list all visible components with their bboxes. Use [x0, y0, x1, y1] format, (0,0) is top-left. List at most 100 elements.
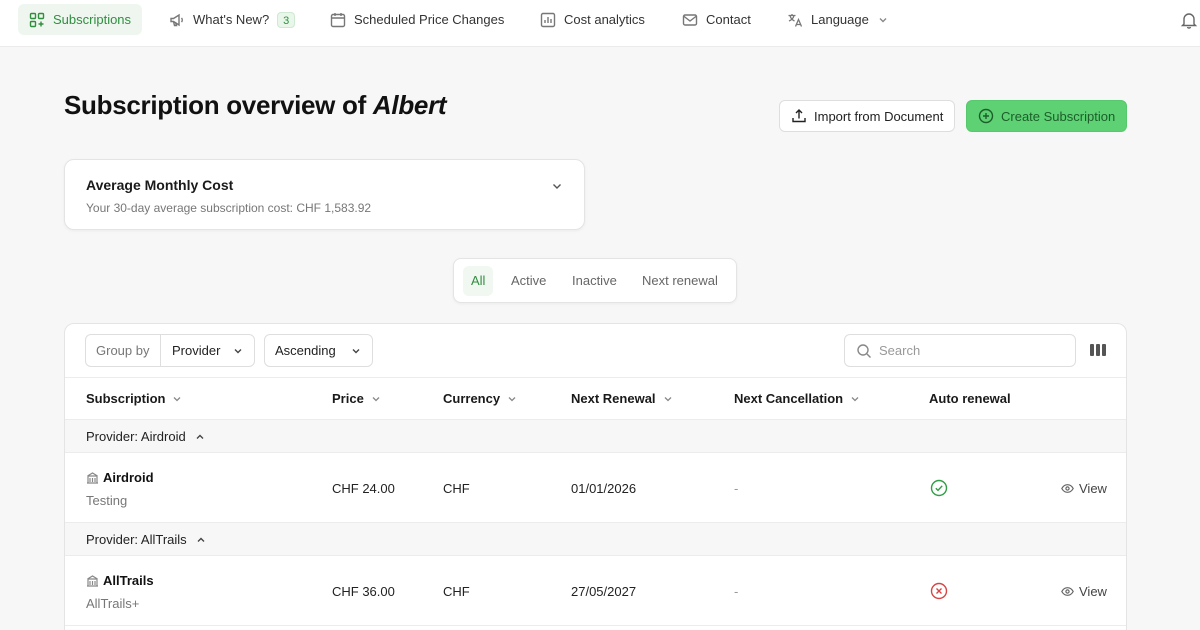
nav-language-label: Language	[811, 12, 869, 27]
nav-language[interactable]: Language	[787, 4, 889, 35]
bar-chart-icon	[540, 12, 556, 28]
subscriptions-table-card: Group by Provider Ascending Search Subsc…	[64, 323, 1127, 630]
chevron-down-icon	[232, 345, 244, 357]
cost-card-subtitle: Your 30-day average subscription cost: C…	[86, 201, 372, 215]
next-cancellation-cell: -	[734, 481, 739, 496]
whats-new-count-badge: 3	[277, 11, 296, 28]
subscriptions-grid-icon	[29, 12, 45, 28]
sort-chevron-icon	[171, 393, 183, 405]
nav-contact[interactable]: Contact	[682, 4, 751, 35]
subscription-name-text: Airdroid	[103, 470, 154, 485]
group-label-text: Provider: AllTrails	[86, 532, 187, 547]
chevron-down-icon	[877, 14, 889, 26]
tab-inactive[interactable]: Inactive	[564, 266, 625, 296]
bell-icon[interactable]	[1180, 11, 1198, 29]
create-subscription-label: Create Subscription	[1001, 108, 1116, 124]
column-header-next-renewal-label: Next Renewal	[571, 391, 656, 406]
nav-scheduled-price-changes[interactable]: Scheduled Price Changes	[330, 4, 504, 35]
subscription-name: Airdroid	[86, 470, 154, 485]
page-title-user: Albert	[372, 90, 447, 120]
sort-order-select[interactable]: Ascending	[264, 334, 373, 367]
group-by-label: Group by	[86, 335, 161, 366]
next-cancellation-cell: -	[734, 584, 739, 599]
group-label: Provider: AllTrails	[86, 532, 207, 547]
import-document-label: Import from Document	[814, 108, 944, 124]
check-circle-icon	[930, 479, 948, 497]
create-subscription-button[interactable]: Create Subscription	[966, 100, 1128, 132]
column-header-next-renewal[interactable]: Next Renewal	[571, 391, 674, 406]
columns-icon[interactable]	[1089, 342, 1107, 358]
column-header-price-label: Price	[332, 391, 364, 406]
column-header-subscription-label: Subscription	[86, 391, 166, 406]
translate-icon	[787, 12, 803, 28]
sort-chevron-icon	[662, 393, 674, 405]
status-filter-tabs: All Active Inactive Next renewal	[453, 258, 737, 303]
table-row[interactable]: Airdroid Testing CHF 24.00 CHF 01/01/202…	[65, 453, 1126, 523]
megaphone-icon	[169, 12, 185, 28]
currency-cell: CHF	[443, 481, 470, 496]
eye-icon	[1061, 482, 1074, 495]
calendar-icon	[330, 12, 346, 28]
sort-chevron-icon	[506, 393, 518, 405]
column-header-next-cancellation-label: Next Cancellation	[734, 391, 844, 406]
view-button-label: View	[1079, 481, 1107, 496]
column-header-auto-renewal: Auto renewal	[929, 391, 1011, 406]
price-cell: CHF 36.00	[332, 584, 395, 599]
cost-card-title: Average Monthly Cost	[86, 177, 234, 193]
sort-chevron-icon	[849, 393, 861, 405]
tab-all[interactable]: All	[463, 266, 494, 296]
nav-cost-analytics[interactable]: Cost analytics	[540, 4, 645, 35]
column-header-next-cancellation[interactable]: Next Cancellation	[734, 391, 861, 406]
view-button[interactable]: View	[1061, 584, 1107, 599]
group-by-value: Provider	[172, 343, 221, 358]
chevron-down-icon	[350, 345, 362, 357]
upload-icon	[791, 108, 807, 124]
nav-subscriptions[interactable]: Subscriptions	[18, 4, 143, 35]
chevron-up-icon	[194, 431, 206, 443]
sort-order-value: Ascending	[275, 343, 336, 358]
mail-icon	[682, 12, 698, 28]
nav-whats-new[interactable]: What's New? 3	[169, 4, 296, 35]
view-button[interactable]: View	[1061, 481, 1107, 496]
view-button-label: View	[1079, 584, 1107, 599]
subscription-name-text: AllTrails	[103, 573, 154, 588]
nav-cost-analytics-label: Cost analytics	[564, 12, 645, 27]
top-navigation: Subscriptions What's New? 3 Scheduled Pr…	[0, 0, 1200, 47]
page-title-prefix: Subscription overview of	[64, 90, 366, 120]
price-cell: CHF 24.00	[332, 481, 395, 496]
nav-whats-new-label: What's New?	[193, 12, 270, 27]
nav-scheduled-price-changes-label: Scheduled Price Changes	[354, 12, 505, 27]
chevron-down-icon[interactable]	[550, 179, 564, 193]
nav-contact-label: Contact	[706, 12, 751, 27]
column-header-price[interactable]: Price	[332, 391, 382, 406]
column-header-auto-renewal-label: Auto renewal	[929, 391, 1011, 406]
group-label: Provider: Airdroid	[86, 429, 206, 444]
group-label-text: Provider: Airdroid	[86, 429, 186, 444]
column-header-currency[interactable]: Currency	[443, 391, 518, 406]
group-by-select[interactable]: Group by Provider	[85, 334, 255, 367]
eye-icon	[1061, 585, 1074, 598]
next-renewal-cell: 01/01/2026	[571, 481, 637, 496]
group-header-airdroid[interactable]: Provider: Airdroid	[65, 420, 1126, 453]
plus-circle-icon	[978, 108, 994, 124]
search-input[interactable]	[879, 336, 1069, 365]
search-field	[844, 334, 1076, 367]
currency-cell: CHF	[443, 584, 470, 599]
group-header-alltrails[interactable]: Provider: AllTrails	[65, 523, 1126, 556]
import-document-button[interactable]: Import from Document	[779, 100, 956, 132]
subscription-plan: AllTrails+	[86, 596, 140, 611]
search-icon	[856, 343, 872, 359]
column-header-subscription[interactable]: Subscription	[86, 391, 183, 406]
chevron-up-icon	[195, 534, 207, 546]
building-icon	[86, 574, 99, 587]
table-header: Subscription Price Currency Next Renewal…	[65, 377, 1126, 420]
average-monthly-cost-card[interactable]: Average Monthly Cost Your 30-day average…	[64, 159, 585, 230]
subscription-name: AllTrails	[86, 573, 154, 588]
table-row[interactable]: AllTrails AllTrails+ CHF 36.00 CHF 27/05…	[65, 556, 1126, 626]
tab-active[interactable]: Active	[503, 266, 554, 296]
nav-subscriptions-label: Subscriptions	[53, 12, 132, 27]
tab-next-renewal[interactable]: Next renewal	[634, 266, 726, 296]
column-header-currency-label: Currency	[443, 391, 501, 406]
page-title: Subscription overview of Albert	[64, 90, 447, 121]
building-icon	[86, 471, 99, 484]
